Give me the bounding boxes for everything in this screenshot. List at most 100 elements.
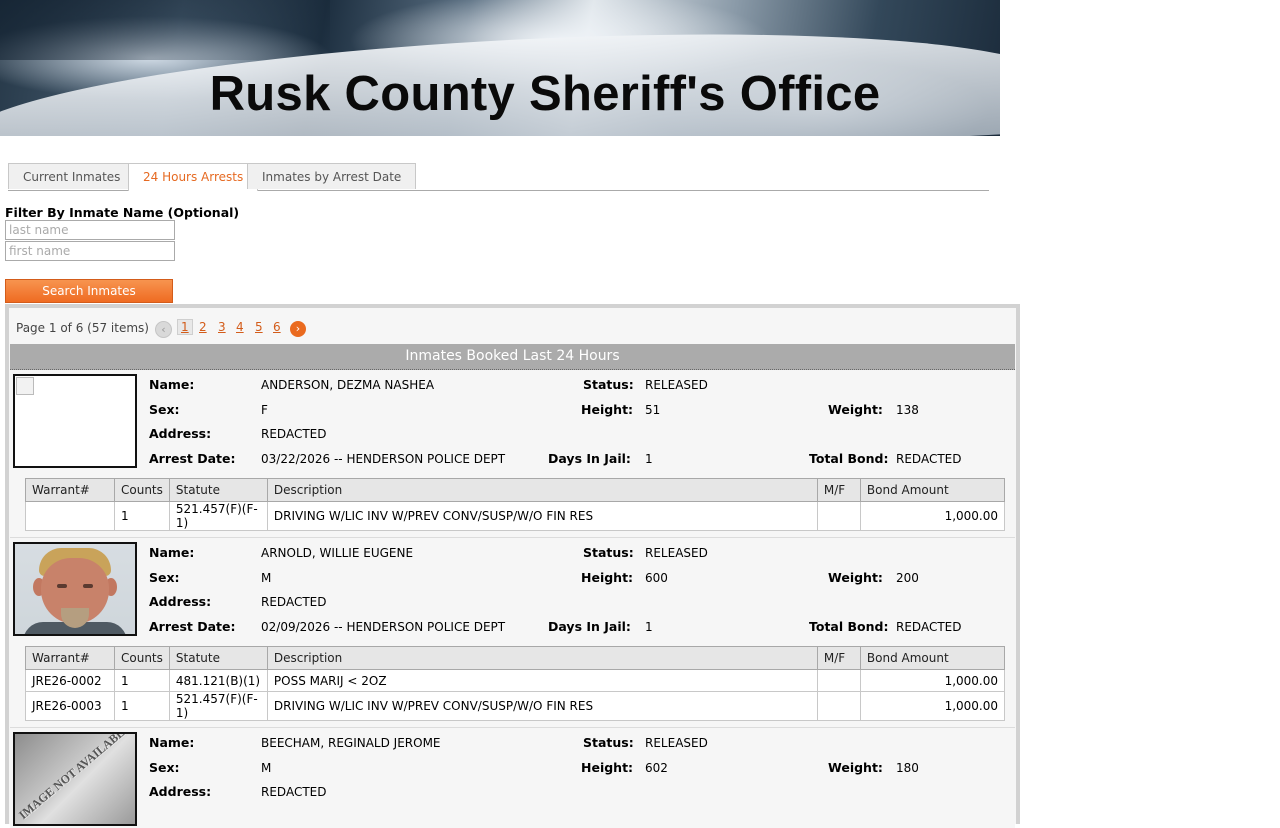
first-name-input[interactable]	[5, 241, 175, 261]
chevron-right-icon[interactable]: ›	[290, 321, 306, 337]
site-title: Rusk County Sheriff's Office	[209, 67, 881, 121]
broken-image-icon	[16, 377, 34, 395]
col-bond-amount: Bond Amount	[859, 646, 1006, 670]
bond-amount-value: 1,000.00	[859, 691, 1006, 721]
arrest-date-value: 03/22/2026 -- HENDERSON POLICE DEPT	[261, 452, 506, 466]
address-value: REDACTED	[261, 785, 327, 799]
height-label: Height:	[581, 760, 634, 775]
page-link-5[interactable]: 5	[255, 320, 263, 334]
status-label: Status:	[583, 377, 634, 392]
page-link-3[interactable]: 3	[218, 320, 226, 334]
total-bond-value: REDACTED	[896, 620, 962, 634]
page-link-2[interactable]: 2	[199, 320, 207, 334]
status-label: Status:	[583, 735, 634, 750]
inmate-name: ANDERSON, DEZMA NASHEA	[261, 378, 435, 392]
weight-label: Weight:	[828, 402, 883, 417]
warrant-table: Warrant# Counts Statute Description M/F …	[25, 646, 1006, 721]
warrant-number	[25, 501, 115, 531]
height-label: Height:	[581, 570, 634, 585]
status-value: RELEASED	[645, 736, 708, 750]
sex-value: M	[261, 571, 272, 585]
weight-value: 180	[896, 761, 919, 775]
bond-amount-value: 1,000.00	[859, 501, 1006, 531]
height-value: 600	[645, 571, 668, 585]
image-not-available-placeholder: IMAGE NOT AVAILABLE	[15, 734, 135, 824]
tab-inmates-by-arrest-date[interactable]: Inmates by Arrest Date	[247, 163, 417, 189]
page-link-1[interactable]: 1	[177, 319, 193, 335]
grid-title: Inmates Booked Last 24 Hours	[10, 344, 1015, 370]
table-row: JRE26-0003 1 521.457(F)(F-1) DRIVING W/L…	[25, 691, 1006, 721]
warrant-number: JRE26-0003	[25, 691, 115, 721]
status-value: RELEASED	[645, 546, 708, 560]
warrant-number: JRE26-0002	[25, 669, 115, 692]
total-bond-label: Total Bond:	[809, 451, 889, 466]
sex-label: Sex:	[149, 760, 180, 775]
counts-value: 1	[114, 669, 170, 692]
sex-label: Sex:	[149, 402, 180, 417]
name-label: Name:	[149, 735, 195, 750]
name-label: Name:	[149, 545, 195, 560]
col-statute: Statute	[168, 478, 268, 502]
statute-value: 521.457(F)(F-1)	[168, 691, 268, 721]
description-value: POSS MARIJ < 2OZ	[266, 669, 818, 692]
status-label: Status:	[583, 545, 634, 560]
height-value: 51	[645, 403, 661, 417]
col-warrant: Warrant#	[25, 478, 115, 502]
col-bond-amount: Bond Amount	[859, 478, 1006, 502]
inmate-name: ARNOLD, WILLIE EUGENE	[261, 546, 414, 560]
arrest-date-label: Arrest Date:	[149, 619, 236, 634]
tab-24-hours-arrests[interactable]: 24 Hours Arrests	[128, 163, 259, 191]
tab-strip: Current Inmates 24 Hours Arrests Inmates…	[8, 163, 989, 191]
weight-value: 200	[896, 571, 919, 585]
inmate-name: BEECHAM, REGINALD JEROME	[261, 736, 441, 750]
photo-placeholder-text: IMAGE NOT AVAILABLE	[16, 732, 134, 822]
mf-value	[816, 501, 861, 531]
col-description: Description	[266, 478, 818, 502]
pager-info: Page 1 of 6 (57 items)	[16, 321, 149, 335]
name-label: Name:	[149, 377, 195, 392]
page-link-6[interactable]: 6	[273, 320, 281, 334]
height-label: Height:	[581, 402, 634, 417]
address-label: Address:	[149, 784, 212, 799]
total-bond-value: REDACTED	[896, 452, 962, 466]
bond-amount-value: 1,000.00	[859, 669, 1006, 692]
weight-value: 138	[896, 403, 919, 417]
description-value: DRIVING W/LIC INV W/PREV CONV/SUSP/W/O F…	[266, 691, 818, 721]
description-value: DRIVING W/LIC INV W/PREV CONV/SUSP/W/O F…	[266, 501, 818, 531]
status-value: RELEASED	[645, 378, 708, 392]
sex-label: Sex:	[149, 570, 180, 585]
last-name-input[interactable]	[5, 220, 175, 240]
col-description: Description	[266, 646, 818, 670]
days-in-jail-value: 1	[645, 620, 653, 634]
inmate-photo[interactable]	[13, 542, 137, 636]
inmate-photo[interactable]: IMAGE NOT AVAILABLE	[13, 732, 137, 826]
header-banner: Rusk County Sheriff's Office	[0, 0, 1000, 136]
inmate-photo[interactable]	[13, 374, 137, 468]
address-label: Address:	[149, 594, 212, 609]
table-row: 1 521.457(F)(F-1) DRIVING W/LIC INV W/PR…	[25, 501, 1006, 531]
table-row: JRE26-0002 1 481.121(B)(1) POSS MARIJ < …	[25, 669, 1006, 692]
col-statute: Statute	[168, 646, 268, 670]
col-counts: Counts	[114, 478, 170, 502]
col-mf: M/F	[816, 478, 861, 502]
counts-value: 1	[114, 691, 170, 721]
mugshot-image	[15, 544, 135, 634]
inmate-grid: Page 1 of 6 (57 items) ‹ 1 2 3 4 5 6 › I…	[5, 304, 1020, 828]
col-warrant: Warrant#	[25, 646, 115, 670]
weight-label: Weight:	[828, 760, 883, 775]
statute-value: 481.121(B)(1)	[168, 669, 268, 692]
page-link-4[interactable]: 4	[236, 320, 244, 334]
counts-value: 1	[114, 501, 170, 531]
days-in-jail-value: 1	[645, 452, 653, 466]
tab-current-inmates[interactable]: Current Inmates	[8, 163, 136, 189]
mf-value	[816, 669, 861, 692]
weight-label: Weight:	[828, 570, 883, 585]
address-value: REDACTED	[261, 595, 327, 609]
search-inmates-button[interactable]: Search Inmates	[5, 279, 173, 303]
chevron-left-icon[interactable]: ‹	[155, 321, 172, 338]
sex-value: M	[261, 761, 272, 775]
statute-value: 521.457(F)(F-1)	[168, 501, 268, 531]
col-counts: Counts	[114, 646, 170, 670]
height-value: 602	[645, 761, 668, 775]
col-mf: M/F	[816, 646, 861, 670]
